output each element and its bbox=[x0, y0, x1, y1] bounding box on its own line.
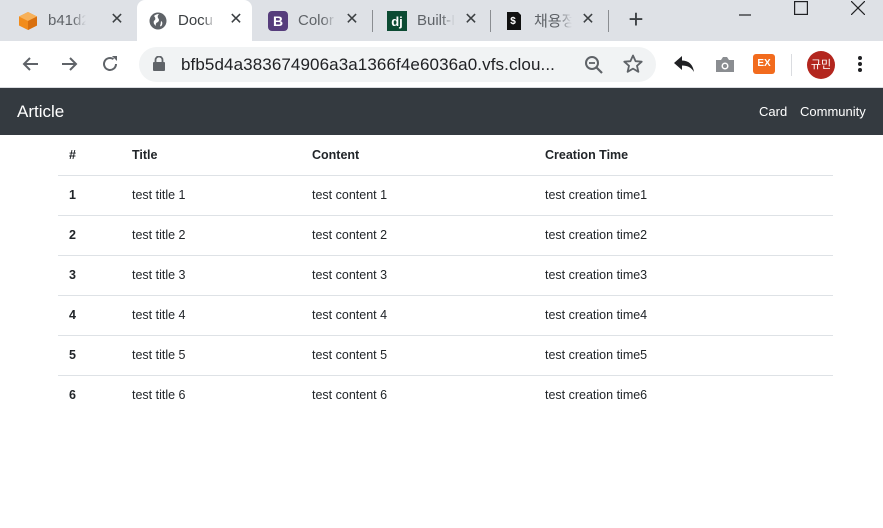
svg-text:$: $ bbox=[510, 16, 516, 27]
tab-title: Docu bbox=[178, 12, 214, 29]
table-row: 2 test title 2 test content 2 test creat… bbox=[58, 215, 833, 256]
row-content: test content 2 bbox=[301, 215, 534, 256]
lock-icon[interactable] bbox=[153, 55, 165, 76]
row-creation-time: test creation time1 bbox=[534, 175, 833, 216]
tab-jobs[interactable]: $ 채용정 ✕ bbox=[504, 0, 604, 41]
row-creation-time: test creation time3 bbox=[534, 255, 833, 296]
column-header-content: Content bbox=[301, 135, 534, 176]
reload-icon[interactable] bbox=[97, 51, 123, 77]
row-content: test content 5 bbox=[301, 335, 534, 376]
extension-ex-icon[interactable]: EX bbox=[753, 54, 775, 74]
navbar-brand[interactable]: Article bbox=[17, 102, 64, 122]
django-icon: dj bbox=[387, 10, 407, 31]
articles-table: # Title Content Creation Time 1 test tit… bbox=[58, 135, 833, 415]
camera-icon[interactable] bbox=[712, 51, 738, 77]
row-creation-time: test creation time2 bbox=[534, 215, 833, 256]
close-icon[interactable]: ✕ bbox=[463, 12, 479, 28]
nav-link-community[interactable]: Community bbox=[800, 104, 866, 119]
new-tab-plus-icon[interactable]: + bbox=[624, 6, 648, 32]
bookmark-star-icon[interactable] bbox=[623, 54, 643, 79]
tab-color[interactable]: B Color ✕ bbox=[268, 0, 368, 41]
bootstrap-icon: B bbox=[268, 10, 288, 31]
tab-separator bbox=[608, 10, 609, 32]
nav-link-card[interactable]: Card bbox=[759, 104, 787, 119]
close-icon[interactable]: ✕ bbox=[228, 12, 244, 28]
column-header-title: Title bbox=[121, 135, 301, 176]
row-number: 3 bbox=[58, 255, 121, 296]
close-icon[interactable]: ✕ bbox=[580, 12, 596, 28]
row-content: test content 4 bbox=[301, 295, 534, 336]
row-creation-time: test creation time6 bbox=[545, 388, 648, 403]
row-number: 1 bbox=[58, 175, 121, 216]
svg-text:dj: dj bbox=[391, 14, 403, 29]
row-title: test title 4 bbox=[121, 295, 301, 336]
row-title: test title 6 bbox=[132, 388, 186, 403]
row-content: test content 1 bbox=[301, 175, 534, 216]
back-arrow-icon[interactable] bbox=[17, 51, 43, 77]
page-content: Article Card Community # Title Content C… bbox=[0, 88, 883, 528]
row-number: 4 bbox=[58, 295, 121, 336]
row-content: test content 3 bbox=[301, 255, 534, 296]
column-header-creation-time: Creation Time bbox=[534, 135, 833, 176]
toolbar-divider bbox=[791, 54, 792, 76]
row-content: test content 6 bbox=[312, 388, 388, 403]
close-icon[interactable]: ✕ bbox=[344, 12, 360, 28]
row-number: 2 bbox=[58, 215, 121, 256]
table-row: 1 test title 1 test content 1 test creat… bbox=[58, 175, 833, 216]
window-close-icon[interactable] bbox=[829, 0, 883, 23]
close-icon[interactable]: ✕ bbox=[109, 12, 125, 28]
column-header-number: # bbox=[58, 135, 121, 176]
row-title: test title 5 bbox=[121, 335, 301, 376]
svg-text:B: B bbox=[273, 13, 283, 29]
table-row: 5 test title 5 test content 5 test creat… bbox=[58, 335, 833, 376]
url-text[interactable]: bfb5d4a383674906a3a1366f4e6036a0.vfs.clo… bbox=[181, 55, 555, 75]
row-title: test title 1 bbox=[121, 175, 301, 216]
tab-title: b41d2 bbox=[48, 12, 86, 29]
row-number: 5 bbox=[58, 335, 121, 376]
globe-icon bbox=[148, 11, 168, 31]
row-number: 6 bbox=[69, 388, 76, 403]
profile-avatar[interactable]: 규민 bbox=[807, 51, 835, 79]
box-icon bbox=[18, 11, 38, 31]
tab-separator bbox=[372, 10, 373, 32]
maximize-icon[interactable] bbox=[772, 0, 830, 23]
zoom-out-icon[interactable] bbox=[584, 55, 604, 80]
reply-arrow-icon[interactable] bbox=[671, 51, 697, 77]
table-row: 4 test title 4 test content 4 test creat… bbox=[58, 295, 833, 336]
tab-built-in[interactable]: dj Built-I ✕ bbox=[387, 0, 487, 41]
row-title: test title 3 bbox=[121, 255, 301, 296]
minimize-icon[interactable] bbox=[716, 0, 774, 30]
dollar-doc-icon: $ bbox=[504, 11, 524, 31]
row-title: test title 2 bbox=[121, 215, 301, 256]
table-header-row: # Title Content Creation Time bbox=[58, 135, 833, 176]
tab-b41d2[interactable]: b41d2 ✕ bbox=[18, 0, 133, 41]
browser-tab-strip: b41d2 ✕ Docu ✕ B Color ✕ dj Built-I ✕ $ … bbox=[0, 0, 883, 41]
tab-title: 채용정 bbox=[534, 13, 572, 30]
tab-separator bbox=[490, 10, 491, 32]
navbar: Article Card Community bbox=[0, 88, 883, 135]
address-bar[interactable]: bfb5d4a383674906a3a1366f4e6036a0.vfs.clo… bbox=[139, 47, 656, 82]
forward-arrow-icon[interactable] bbox=[57, 51, 83, 77]
table-row: 3 test title 3 test content 3 test creat… bbox=[58, 255, 833, 296]
tab-title: Color bbox=[298, 12, 334, 29]
row-creation-time: test creation time4 bbox=[534, 295, 833, 336]
tab-title: Built-I bbox=[417, 12, 455, 29]
tab-document[interactable]: Docu ✕ bbox=[137, 0, 252, 41]
browser-toolbar: bfb5d4a383674906a3a1366f4e6036a0.vfs.clo… bbox=[0, 41, 883, 88]
table-row: 6 test title 6 test content 6 test creat… bbox=[58, 375, 833, 415]
menu-kebab-icon[interactable] bbox=[847, 51, 873, 77]
row-creation-time: test creation time5 bbox=[534, 335, 833, 376]
